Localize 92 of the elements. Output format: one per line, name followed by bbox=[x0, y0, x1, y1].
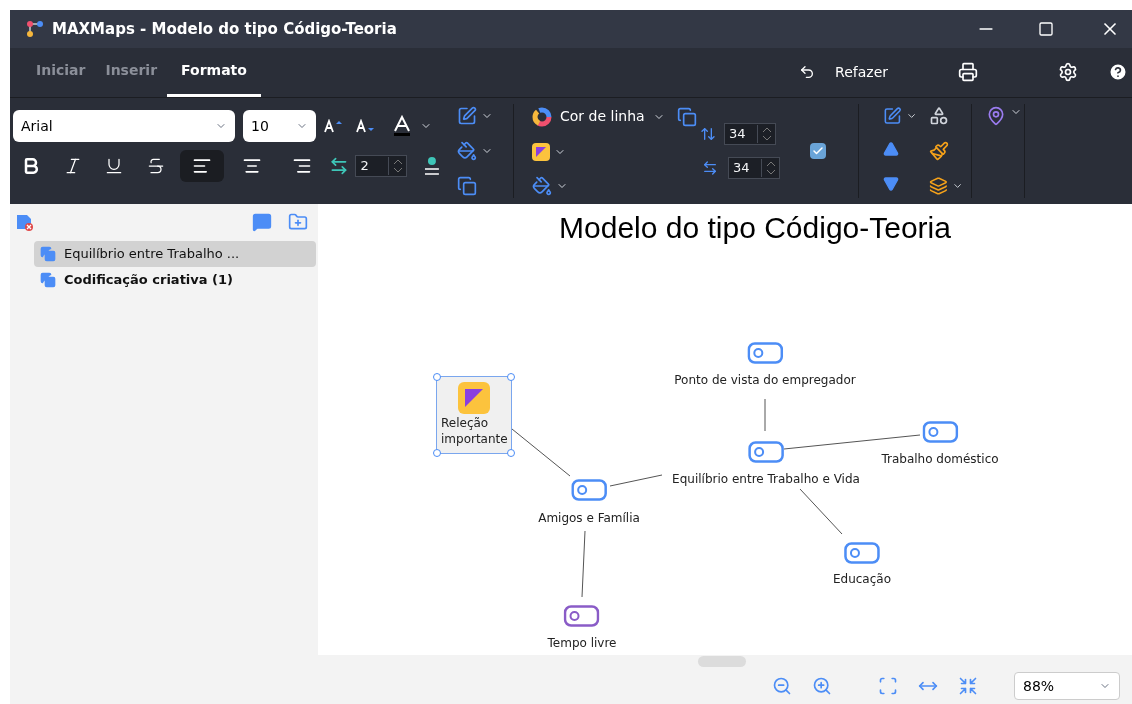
node-label: Ponto de vista do empregador bbox=[674, 374, 856, 386]
number-field[interactable]: 34 bbox=[724, 123, 776, 145]
number-value: 2 bbox=[360, 157, 370, 176]
font-size-value: 10 bbox=[251, 116, 269, 136]
font-size-select[interactable]: 10 bbox=[243, 110, 316, 142]
zoom-select[interactable]: 88% bbox=[1014, 672, 1120, 700]
bring-forward-icon[interactable] bbox=[883, 141, 899, 157]
map-pin-icon[interactable] bbox=[986, 106, 1006, 126]
print-icon[interactable] bbox=[958, 62, 978, 82]
code-node[interactable]: Educação bbox=[827, 541, 897, 586]
memo-style-icon[interactable] bbox=[532, 142, 550, 161]
sidebar-item[interactable]: Codificação criativa (1) bbox=[34, 267, 316, 293]
node-label: Educação bbox=[832, 573, 892, 585]
number-value: 34 bbox=[733, 159, 751, 178]
close-document-icon[interactable] bbox=[16, 213, 34, 231]
align-button[interactable] bbox=[180, 150, 224, 182]
shapes-icon[interactable] bbox=[929, 106, 949, 126]
code-icon[interactable] bbox=[844, 542, 880, 564]
app-logo-icon bbox=[26, 20, 44, 38]
ribbon-tab[interactable]: Formato bbox=[167, 47, 261, 97]
zoom-in-icon[interactable] bbox=[812, 676, 832, 696]
fit-screen-icon[interactable] bbox=[878, 676, 898, 696]
node-label: Equilíbrio entre Trabalho e Vida bbox=[672, 473, 860, 485]
resize-handle[interactable] bbox=[507, 373, 515, 381]
align-icon bbox=[241, 156, 262, 176]
align-icon bbox=[291, 156, 312, 176]
node-label: Trabalho doméstico bbox=[881, 453, 999, 465]
check-icon bbox=[812, 145, 824, 157]
window-title: MAXMaps - Modelo do tipo Código-Teoria bbox=[52, 18, 397, 40]
ribbon-tab[interactable]: Iniciar bbox=[26, 47, 96, 97]
item-label: Codificação criativa (1) bbox=[64, 271, 233, 290]
fill-color-icon[interactable] bbox=[457, 141, 477, 161]
undo-icon[interactable] bbox=[799, 64, 816, 80]
help-icon[interactable] bbox=[1108, 62, 1128, 82]
number-field[interactable]: 2 bbox=[355, 155, 408, 177]
code-node[interactable]: Amigos e Família bbox=[533, 478, 645, 525]
maximize-icon[interactable] bbox=[1038, 21, 1054, 37]
border-style-icon[interactable] bbox=[457, 106, 477, 126]
send-backward-icon[interactable] bbox=[883, 176, 899, 192]
format-painter-icon[interactable] bbox=[929, 141, 949, 161]
scrollbar-thumb[interactable] bbox=[698, 656, 746, 667]
layers-icon[interactable] bbox=[929, 176, 948, 196]
new-folder-icon[interactable] bbox=[288, 212, 308, 232]
code-node[interactable]: Trabalho doméstico bbox=[876, 420, 1004, 466]
memo-icon bbox=[457, 381, 491, 415]
zoom-out-icon[interactable] bbox=[772, 676, 792, 696]
item-label: Equilíbrio entre Trabalho ... bbox=[64, 245, 240, 264]
color-wheel-icon[interactable] bbox=[532, 106, 552, 127]
document-set-icon bbox=[40, 246, 56, 262]
node-label: Amigos e Família bbox=[538, 512, 640, 524]
keep-ratio-checkbox[interactable] bbox=[810, 143, 826, 159]
grow-font-icon[interactable] bbox=[324, 119, 344, 133]
resize-handle[interactable] bbox=[433, 373, 441, 381]
font-color-icon[interactable] bbox=[392, 115, 412, 137]
connector-line bbox=[511, 428, 571, 477]
shadow-icon[interactable] bbox=[457, 176, 477, 196]
code-node[interactable]: Tempo livre bbox=[542, 604, 622, 650]
connector-line bbox=[799, 488, 843, 535]
node-label: Releção importante bbox=[440, 415, 509, 447]
code-icon[interactable] bbox=[571, 479, 607, 501]
code-node[interactable]: Ponto de vista do empregador bbox=[669, 341, 861, 387]
settings-icon[interactable] bbox=[1058, 62, 1078, 82]
ribbon-tab[interactable]: Inserir bbox=[95, 47, 168, 97]
code-icon[interactable] bbox=[748, 441, 784, 463]
node-label: Tempo livre bbox=[547, 637, 617, 649]
sidebar-item[interactable]: Equilíbrio entre Trabalho ... bbox=[34, 241, 316, 267]
code-icon[interactable] bbox=[564, 605, 600, 627]
comment-icon[interactable] bbox=[252, 212, 272, 232]
code-icon[interactable] bbox=[747, 342, 783, 364]
line-color-label[interactable]: Cor de linha bbox=[560, 106, 645, 127]
align-icon bbox=[192, 156, 213, 176]
font-select[interactable]: Arial bbox=[13, 110, 235, 142]
connector-line bbox=[581, 530, 586, 598]
code-icon[interactable] bbox=[922, 421, 958, 443]
connector-line bbox=[764, 398, 766, 432]
zoom-value: 88% bbox=[1023, 676, 1055, 696]
background-fill-icon[interactable] bbox=[532, 176, 552, 196]
font-name: Arial bbox=[21, 116, 53, 136]
code-node[interactable]: Equilíbrio entre Trabalho e Vida bbox=[667, 440, 865, 486]
resize-handle[interactable] bbox=[507, 449, 515, 457]
number-value: 34 bbox=[729, 125, 747, 144]
memo-node[interactable]: Releção importante bbox=[436, 376, 512, 454]
line-shadow-icon[interactable] bbox=[676, 106, 697, 127]
edit-shape-icon[interactable] bbox=[883, 106, 902, 126]
collapse-icon[interactable] bbox=[958, 676, 978, 696]
document-set-icon bbox=[40, 272, 56, 288]
shrink-font-icon[interactable] bbox=[356, 119, 376, 133]
number-field[interactable]: 34 bbox=[728, 157, 780, 179]
redo-button[interactable]: Refazer bbox=[835, 61, 888, 83]
map-title: Modelo do tipo Código-Teoria bbox=[559, 210, 951, 246]
resize-handle[interactable] bbox=[433, 449, 441, 457]
connector-line bbox=[609, 474, 663, 487]
